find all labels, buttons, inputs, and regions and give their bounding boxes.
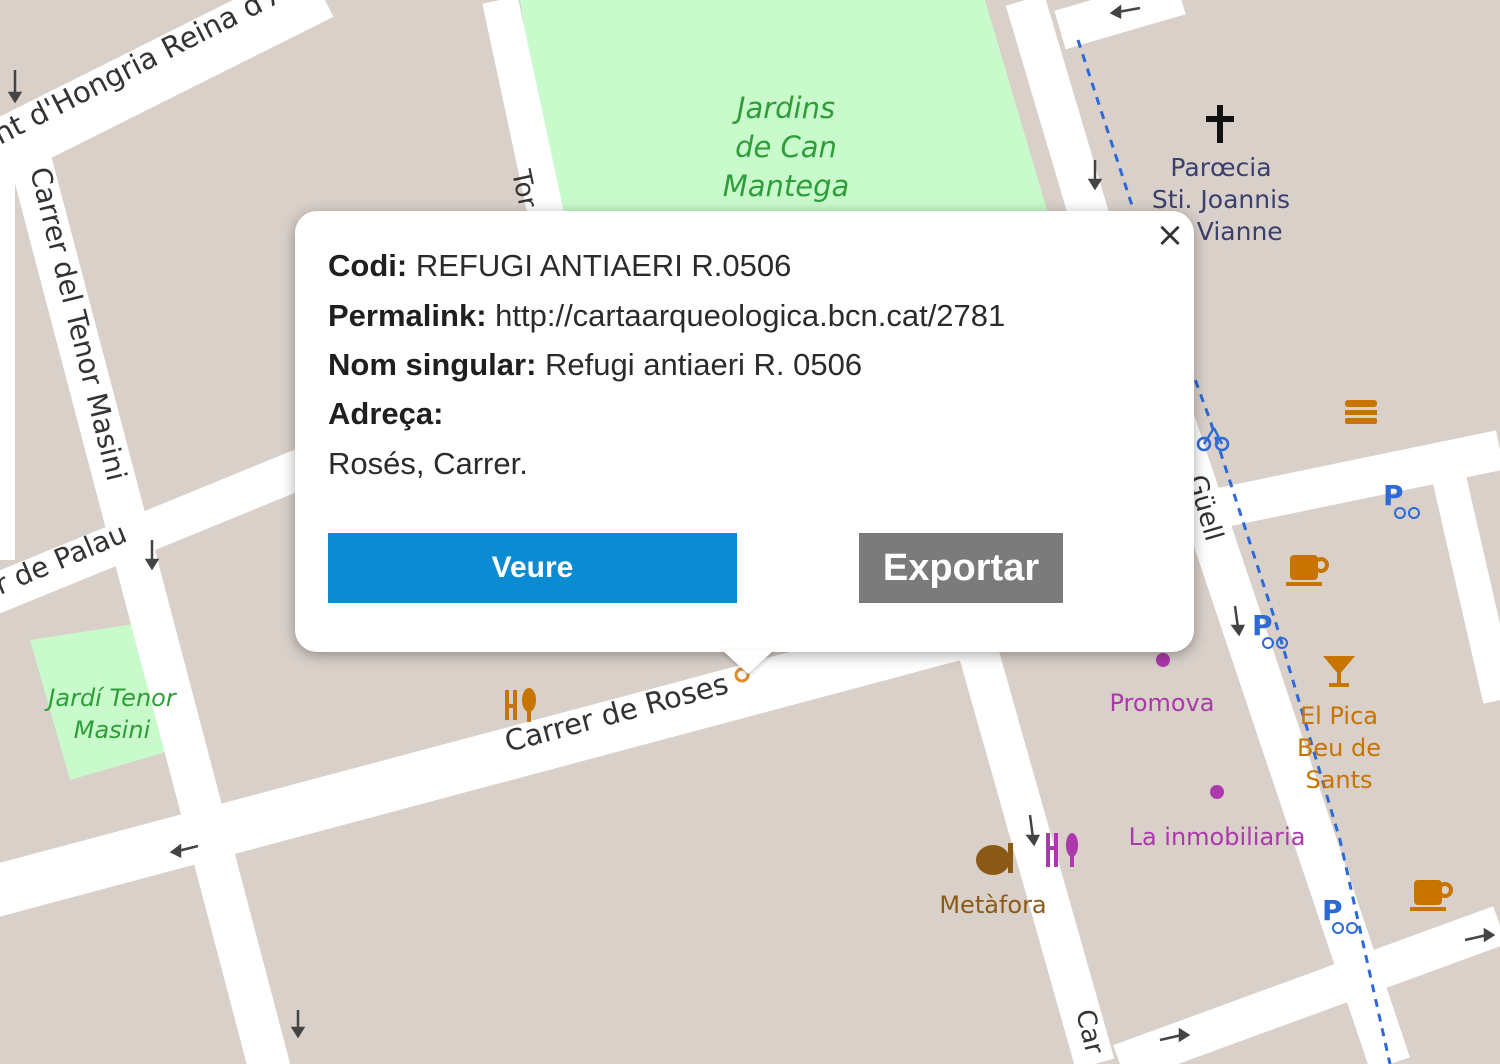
field-permalink-label: Permalink: <box>328 298 487 333</box>
park-label-line1: Jardins <box>732 91 835 125</box>
poi-label-metafora: Metàfora <box>939 891 1046 919</box>
park-label-line2: de Can <box>735 130 837 164</box>
poi-label-pica-line1: El Pica <box>1300 702 1378 730</box>
field-codi-value: REFUGI ANTIAERI R.0506 <box>415 248 792 283</box>
popup-tip <box>722 650 774 674</box>
fast-food-icon <box>1345 400 1377 424</box>
field-nom-singular: Nom singular: Refugi antiaeri R. 0506 <box>328 347 862 383</box>
church-label-line2: Sti. Joannis <box>1152 185 1290 214</box>
field-adreca-value: Rosés, Carrer. <box>328 446 528 481</box>
jardi-label-line1: Jardí Tenor <box>44 684 178 712</box>
field-nom-singular-value: Refugi antiaeri R. 0506 <box>545 347 863 382</box>
export-button[interactable]: Exportar <box>859 533 1063 603</box>
jardi-label-line2: Masini <box>74 716 151 744</box>
field-codi-label: Codi: <box>328 248 408 283</box>
field-permalink: Permalink: http://cartaarqueologica.bcn.… <box>328 298 1005 334</box>
church-label-line1: Parœcia <box>1170 153 1271 182</box>
shop-icon <box>1156 653 1170 667</box>
view-button[interactable]: Veure <box>328 533 737 603</box>
field-permalink-value[interactable]: http://cartaarqueologica.bcn.cat/2781 <box>495 298 1005 333</box>
field-nom-singular-label: Nom singular: <box>328 347 537 382</box>
svg-text:P: P <box>1322 894 1343 927</box>
park-label-line3: Mantega <box>723 169 850 203</box>
poi-label-pica-line2: Beu de <box>1297 734 1381 762</box>
field-adreca: Adreça: <box>328 396 443 432</box>
close-popup-button[interactable]: × <box>1155 218 1185 252</box>
poi-label-promova: Promova <box>1109 689 1214 717</box>
svg-text:P: P <box>1252 609 1273 642</box>
poi-label-inmobiliaria: La inmobiliaria <box>1129 823 1306 851</box>
field-adreca-label: Adreça: <box>328 396 444 431</box>
shop-icon <box>1210 785 1224 799</box>
field-codi: Codi: REFUGI ANTIAERI R.0506 <box>328 248 791 284</box>
poi-label-pica-line3: Sants <box>1305 766 1372 794</box>
